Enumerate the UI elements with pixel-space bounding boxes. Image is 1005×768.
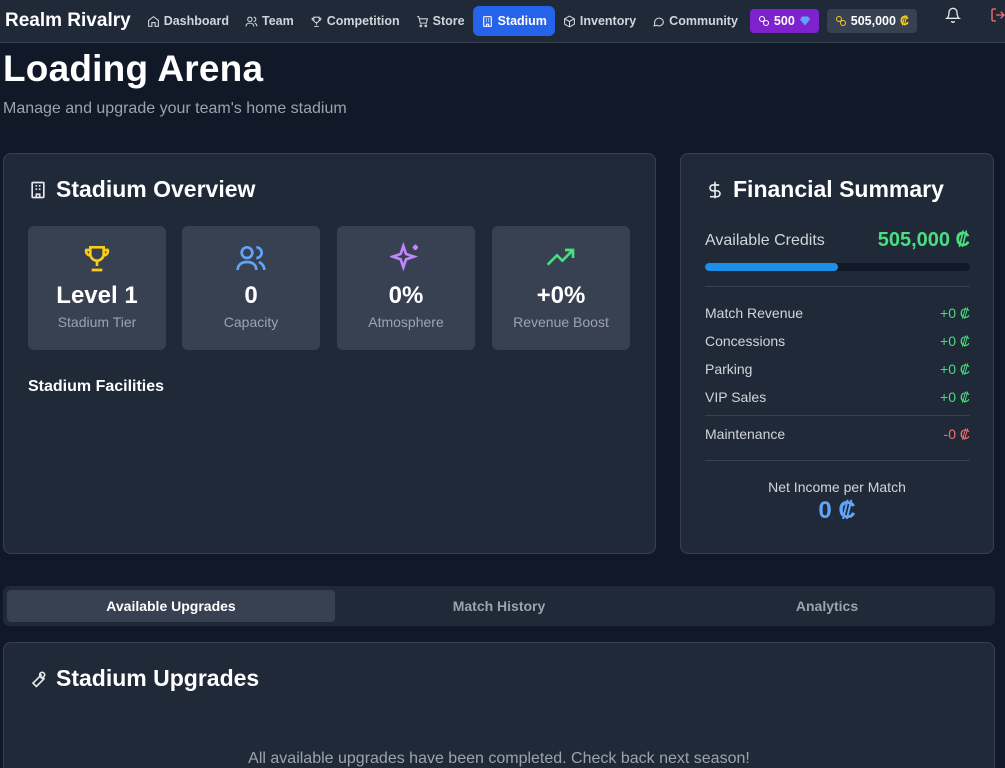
finance-row-value: +0 ₡ [940, 305, 970, 321]
building-icon [482, 15, 492, 27]
coins-icon [835, 16, 846, 26]
brand-logo[interactable]: Realm Rivalry [5, 10, 131, 32]
available-credits-row: Available Credits 505,000 ₡ [705, 229, 970, 252]
users-icon [236, 246, 266, 271]
stat-label: Revenue Boost [513, 314, 609, 330]
finance-row-value: +0 ₡ [940, 389, 970, 405]
notifications-button[interactable] [943, 5, 963, 25]
stadium-facilities-heading: Stadium Facilities [28, 378, 165, 395]
nav-stadium-label: Stadium [497, 14, 547, 28]
stadium-upgrades-title: Stadium Upgrades [28, 665, 259, 692]
stadium-overview-title: Stadium Overview [28, 176, 255, 203]
tab-match-history[interactable]: Match History [335, 590, 663, 622]
dollar-icon [709, 181, 721, 198]
stat-revenue-boost: +0% Revenue Boost [492, 226, 630, 350]
building-icon [31, 181, 45, 198]
home-icon [147, 15, 159, 27]
stadium-overview-card: Stadium Overview Level 1 Stadium Tier 0 … [3, 153, 656, 554]
finance-row-concessions: Concessions +0 ₡ [705, 333, 970, 349]
nav-team[interactable]: Team [237, 6, 302, 36]
finance-row-match-revenue: Match Revenue +0 ₡ [705, 305, 970, 321]
gems-icon [758, 16, 769, 26]
finance-row-label: Concessions [705, 333, 786, 349]
finance-row-label: VIP Sales [705, 389, 767, 405]
stat-atmosphere: 0% Atmosphere [337, 226, 475, 350]
available-credits-value: 505,000 ₡ [877, 229, 970, 251]
nav-stadium[interactable]: Stadium [472, 6, 555, 36]
page-subtitle: Manage and upgrade your team's home stad… [3, 100, 347, 117]
diamond-icon [799, 16, 810, 26]
wrench-icon [31, 671, 46, 688]
box-icon [563, 14, 575, 28]
stadium-overview-title-text: Stadium Overview [56, 176, 256, 202]
chat-icon [653, 17, 665, 27]
credits-count: 505,000 [850, 14, 896, 28]
finance-row-label: Maintenance [705, 426, 786, 442]
stat-label: Atmosphere [368, 314, 444, 330]
stat-label: Stadium Tier [57, 314, 137, 330]
trophy-icon [311, 16, 322, 27]
trophy-icon [84, 246, 110, 272]
divider [705, 286, 970, 287]
top-nav: Realm Rivalry Dashboard Team Competition… [0, 0, 1005, 43]
nav-store-label: Store [432, 14, 465, 28]
nav-store[interactable]: Store [408, 6, 473, 36]
tab-available-upgrades[interactable]: Available Upgrades [7, 590, 335, 622]
stat-value: +0% [536, 282, 586, 309]
stat-value: Level 1 [56, 282, 138, 309]
divider [705, 460, 970, 461]
bell-icon [945, 7, 961, 23]
finance-row-label: Parking [705, 361, 753, 377]
nav-inventory[interactable]: Inventory [555, 6, 644, 36]
finance-row-value: +0 ₡ [940, 333, 970, 349]
finance-row-vip-sales: VIP Sales +0 ₡ [705, 389, 970, 405]
stat-value: 0 [244, 282, 258, 309]
stat-capacity: 0 Capacity [182, 226, 320, 350]
finance-row-value: +0 ₡ [940, 361, 970, 377]
currency-symbol: ₡ [899, 14, 909, 28]
nav-community-label: Community [669, 14, 738, 28]
financial-summary-title: Financial Summary [705, 176, 944, 203]
finance-row-label: Match Revenue [705, 305, 804, 321]
nav-competition-label: Competition [326, 14, 400, 28]
stadium-upgrades-card: Stadium Upgrades All available upgrades … [3, 642, 995, 768]
nav-dashboard[interactable]: Dashboard [139, 6, 237, 36]
financial-summary-card: Financial Summary Available Credits 505,… [680, 153, 994, 554]
cart-icon [416, 15, 428, 27]
stat-label: Capacity [223, 314, 279, 330]
net-income-label: Net Income per Match [768, 479, 906, 495]
divider [705, 415, 970, 416]
nav-team-label: Team [261, 14, 294, 28]
financial-summary-title-text: Financial Summary [733, 176, 944, 202]
gems-badge[interactable]: 500 [749, 9, 819, 33]
page-title: Loading Arena [3, 48, 264, 89]
stat-value: 0% [388, 282, 424, 309]
nav-inventory-label: Inventory [579, 14, 637, 28]
users-icon [245, 16, 258, 26]
stadium-upgrades-title-text: Stadium Upgrades [56, 665, 260, 691]
upgrades-complete-message: All available upgrades have been complet… [248, 750, 750, 767]
finance-row-value: -0 ₡ [943, 426, 970, 442]
finance-row-maintenance: Maintenance -0 ₡ [705, 426, 970, 442]
logout-button[interactable] [988, 5, 1005, 25]
nav-dashboard-label: Dashboard [163, 14, 229, 28]
nav-community[interactable]: Community [644, 6, 746, 36]
stadium-tabs: Available Upgrades Match History Analyti… [3, 586, 995, 626]
finance-row-parking: Parking +0 ₡ [705, 361, 970, 377]
sparkles-icon [388, 241, 419, 272]
logout-icon [991, 8, 1005, 22]
stat-stadium-tier: Level 1 Stadium Tier [28, 226, 166, 350]
net-income-value: 0 ₡ [818, 497, 856, 524]
tab-analytics[interactable]: Analytics [663, 590, 991, 622]
trending-up-icon [546, 248, 575, 266]
credits-progress-bar [705, 263, 970, 271]
credits-progress-fill [705, 263, 838, 271]
available-credits-label: Available Credits [705, 231, 825, 249]
nav-competition[interactable]: Competition [302, 6, 408, 36]
credits-badge[interactable]: 505,000 ₡ [826, 9, 917, 33]
gems-count: 500 [773, 14, 795, 28]
